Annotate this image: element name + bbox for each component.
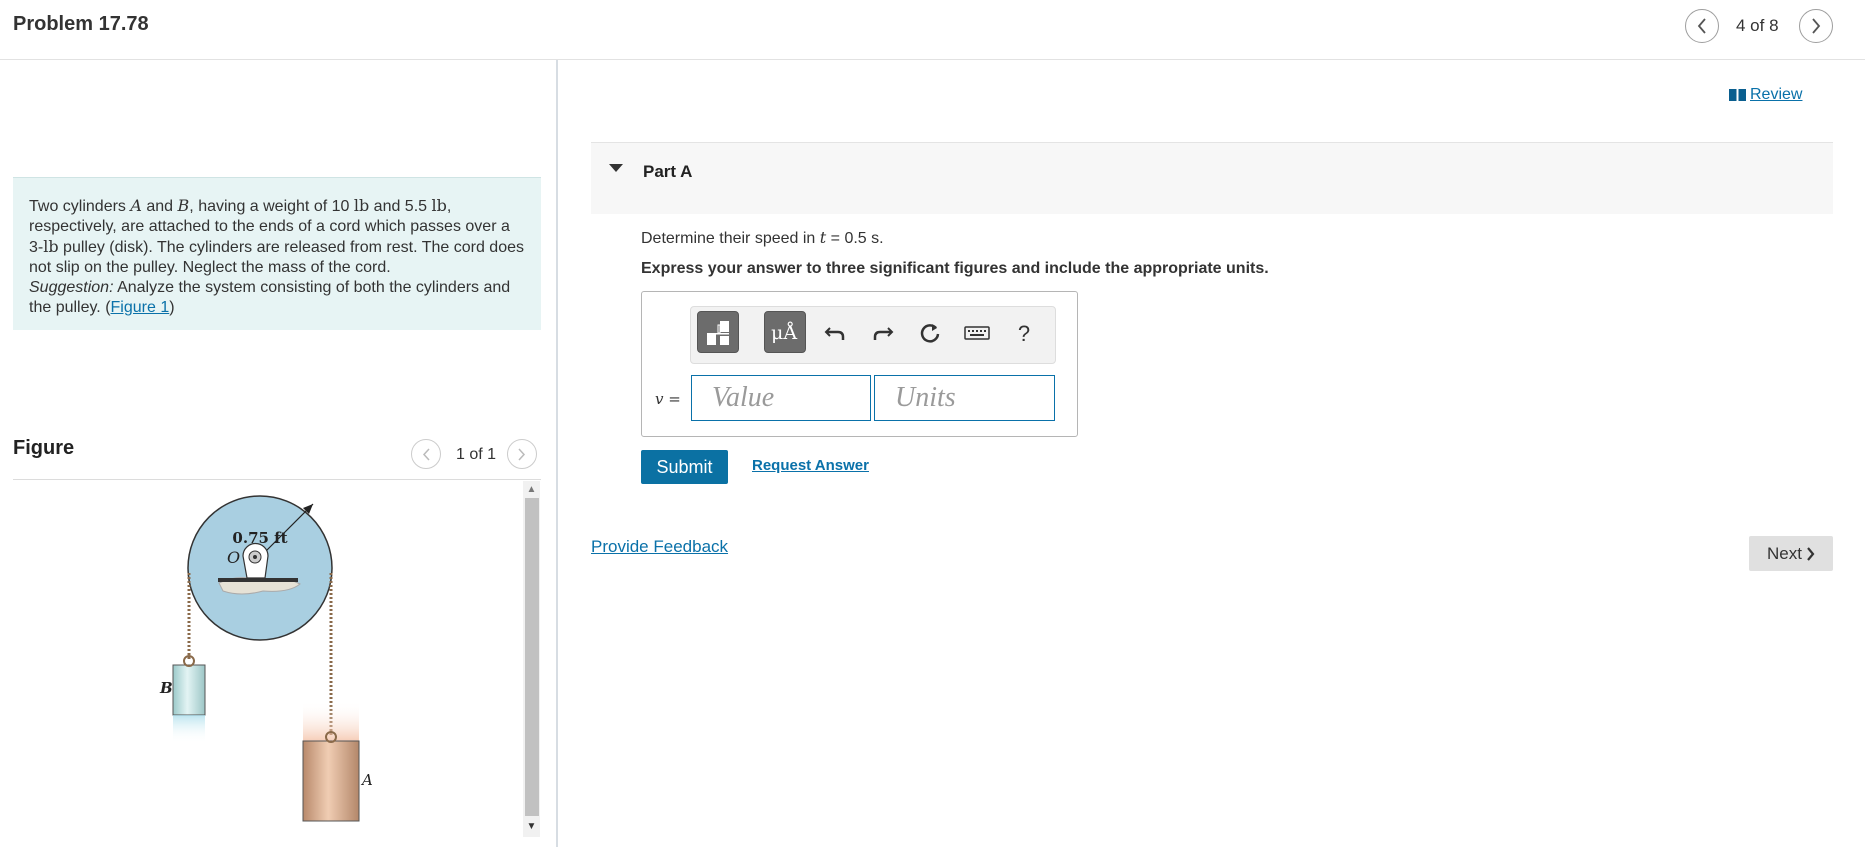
suggestion-label: Suggestion: — [29, 279, 114, 296]
templates-icon — [707, 321, 729, 345]
help-icon[interactable]: ? — [1009, 321, 1039, 347]
provide-feedback-link[interactable]: Provide Feedback — [591, 537, 728, 557]
next-figure-button[interactable] — [507, 439, 537, 469]
unit-lb: lb — [431, 196, 447, 215]
figure-heading: Figure — [13, 437, 75, 459]
equals-sign: = — [663, 390, 681, 408]
keyboard-icon[interactable] — [962, 321, 992, 349]
book-icon — [1729, 89, 1746, 101]
problem-title: Problem 17.78 — [13, 13, 149, 35]
next-button[interactable]: Next — [1749, 536, 1833, 571]
next-problem-button[interactable] — [1799, 9, 1833, 43]
redo-icon[interactable] — [868, 321, 898, 350]
mu-angstrom-icon: μÅ — [771, 322, 798, 344]
var-a: A — [130, 196, 142, 215]
unit-lb: lb — [353, 196, 370, 215]
cylinder-a — [302, 740, 360, 822]
pulley-figure: 0.75 ft O B A — [13, 481, 523, 847]
question-text: Determine their speed in t = 0.5 s. — [641, 228, 884, 248]
motion-blur-b — [173, 715, 205, 743]
chevron-left-icon — [1697, 18, 1706, 34]
chevron-right-icon — [518, 447, 526, 461]
motion-blur-a — [303, 701, 359, 741]
chevron-left-icon — [422, 447, 430, 461]
pulley-diagram: 0.75 ft O B A — [159, 495, 373, 822]
problem-statement: Two cylinders A and B, having a weight o… — [13, 177, 541, 330]
next-label: Next — [1767, 543, 1802, 563]
figure-divider — [13, 479, 541, 480]
value-input[interactable] — [691, 375, 871, 421]
undo-icon[interactable] — [820, 321, 850, 350]
problem-page-count: 4 of 8 — [1736, 16, 1779, 35]
header-bar: Problem 17.78 4 of 8 — [0, 0, 1865, 60]
chevron-right-icon — [1807, 546, 1815, 561]
templates-button[interactable] — [697, 311, 739, 353]
review-link[interactable]: Review — [1729, 86, 1802, 104]
label-b: B — [159, 679, 173, 697]
unit-lb: lb — [43, 237, 59, 256]
label-o: O — [227, 548, 240, 567]
problem-text: , having a weight of 10 — [189, 198, 354, 215]
label-a: A — [360, 771, 373, 789]
review-label[interactable]: Review — [1750, 86, 1802, 104]
reset-icon[interactable] — [915, 321, 945, 352]
submit-button[interactable]: Submit — [641, 450, 728, 484]
collapse-caret-icon[interactable] — [609, 164, 623, 172]
question-suffix: = 0.5 s. — [826, 230, 884, 247]
part-a-label[interactable]: Part A — [643, 162, 692, 182]
v-label: v = — [655, 390, 681, 408]
scroll-down-icon[interactable]: ▼ — [523, 818, 540, 835]
panel-divider[interactable] — [556, 60, 558, 847]
chevron-right-icon — [1812, 18, 1821, 34]
previous-figure-button[interactable] — [411, 439, 441, 469]
var-b: B — [177, 196, 190, 215]
cylinder-b — [172, 664, 206, 716]
figure-link[interactable]: Figure 1 — [111, 299, 170, 316]
previous-problem-button[interactable] — [1685, 9, 1719, 43]
request-answer-link[interactable]: Request Answer — [752, 457, 869, 474]
scroll-up-icon[interactable]: ▲ — [523, 481, 540, 498]
units-symbols-button[interactable]: μÅ — [764, 311, 806, 353]
problem-text: and 5.5 — [369, 198, 432, 215]
question-prefix: Determine their speed in — [641, 230, 820, 247]
problem-text: and — [141, 198, 178, 215]
units-input[interactable] — [874, 375, 1055, 421]
part-a-header[interactable] — [591, 142, 1833, 214]
problem-text: Two cylinders — [29, 198, 131, 215]
answer-instructions: Express your answer to three significant… — [641, 260, 1269, 277]
figure-scrollbar-thumb[interactable] — [525, 498, 539, 816]
figure-count: 1 of 1 — [456, 446, 497, 463]
problem-text: pulley (disk). The cylinders are release… — [29, 239, 524, 276]
problem-text: ) — [169, 299, 175, 316]
